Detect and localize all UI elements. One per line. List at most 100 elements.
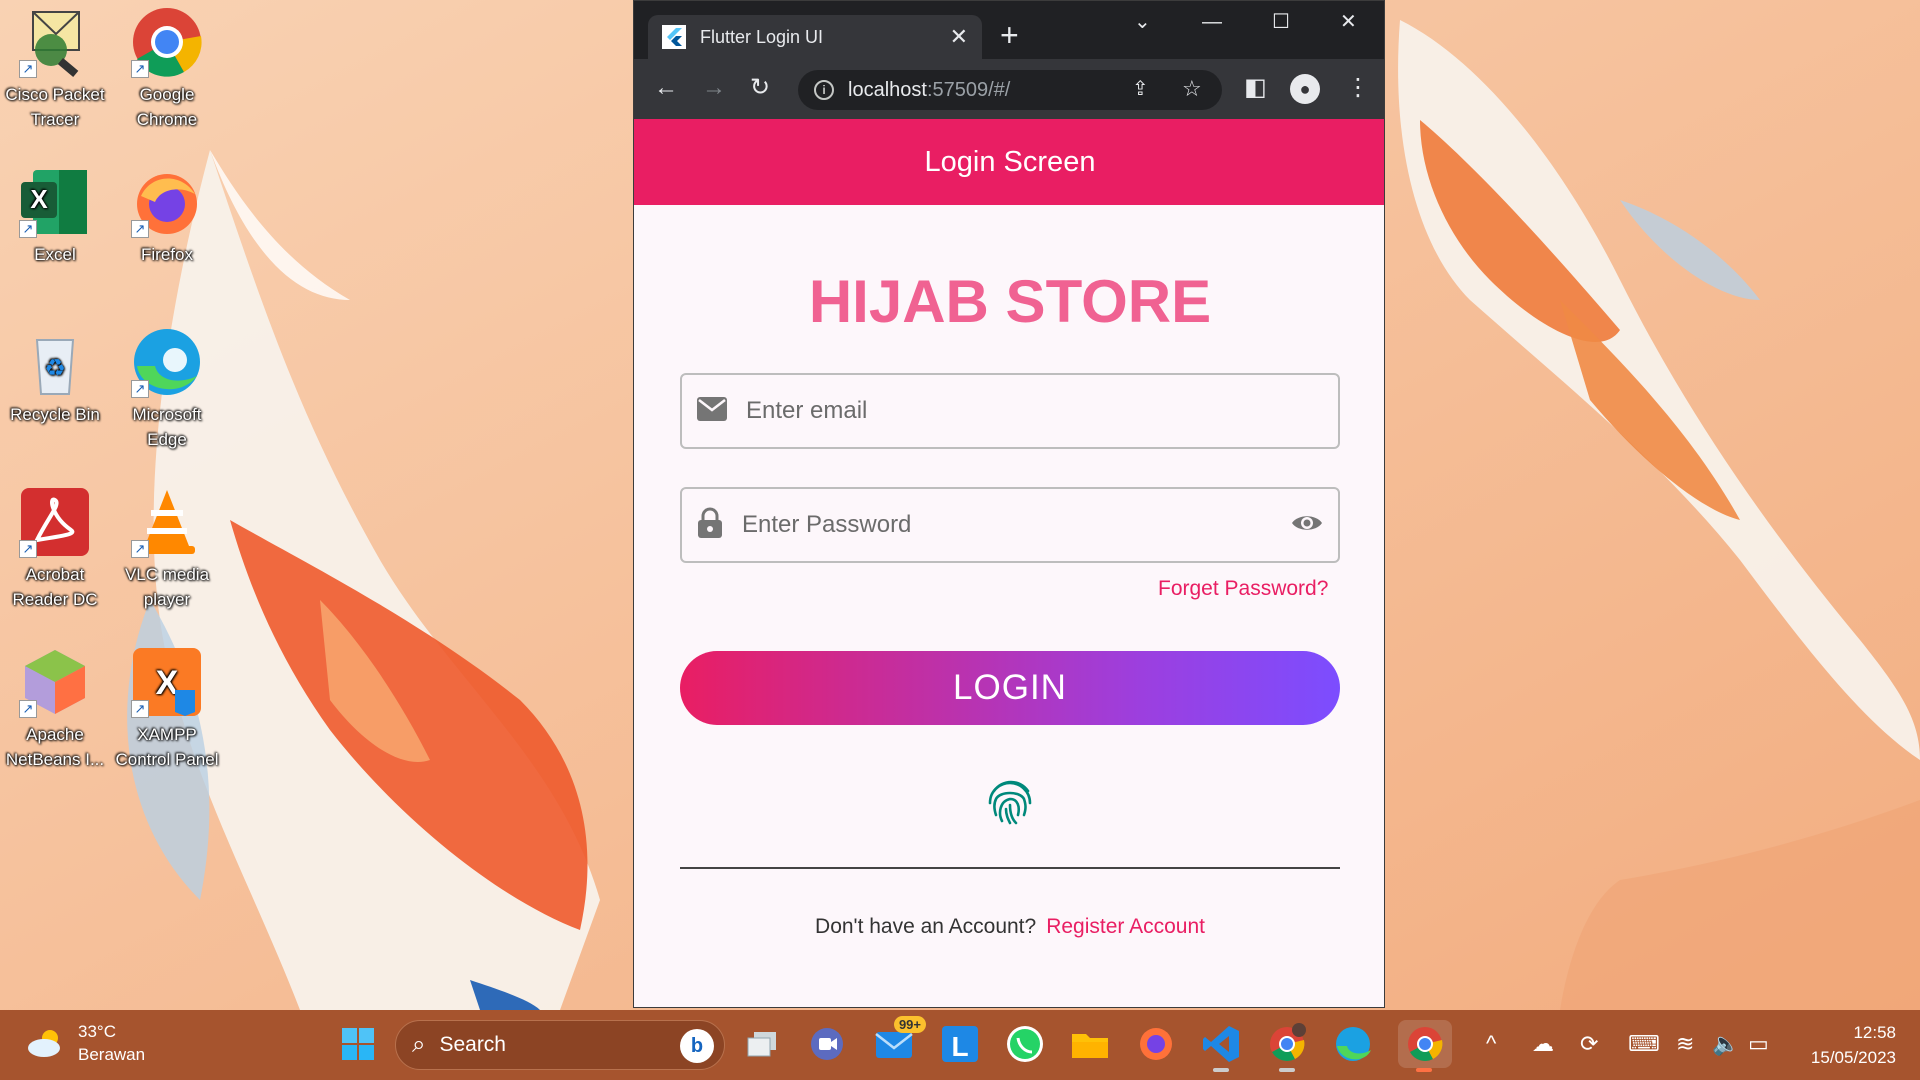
weather-temp: 33°C: [78, 1022, 116, 1041]
running-indicator: [1213, 1068, 1229, 1072]
email-field[interactable]: [680, 373, 1340, 449]
start-button[interactable]: [336, 1022, 380, 1066]
site-info-icon[interactable]: i: [814, 80, 834, 100]
eye-visibility-icon[interactable]: [1290, 512, 1324, 539]
password-field[interactable]: [680, 487, 1340, 563]
chrome-icon: ↗: [131, 6, 203, 78]
profile-icon[interactable]: ●: [1290, 74, 1320, 104]
forward-icon[interactable]: →: [702, 73, 726, 103]
desktop-icon-label: Cisco Packet Tracer: [5, 85, 105, 129]
desktop-icon-label: Firefox: [141, 245, 193, 264]
store-title: HIJAB STORE: [808, 268, 1212, 335]
desktop-icon-netbeans[interactable]: ↗ Apache NetBeans I...: [0, 646, 110, 772]
clock[interactable]: 12:58 15/05/2023: [1811, 1020, 1896, 1070]
file-explorer-icon[interactable]: [1068, 1022, 1112, 1066]
maximize-icon[interactable]: ☐: [1272, 11, 1290, 33]
email-input[interactable]: [746, 397, 1338, 425]
desktop-icon-cisco-packet-tracer[interactable]: ↗ Cisco Packet Tracer: [0, 6, 110, 132]
chrome-taskbar-icon[interactable]: [1398, 1020, 1452, 1072]
whatsapp-icon[interactable]: [1003, 1022, 1047, 1066]
chrome-profile-taskbar-icon[interactable]: [1265, 1022, 1309, 1072]
svg-text:X: X: [30, 184, 48, 214]
taskbar-search[interactable]: ⌕ Search b: [395, 1020, 725, 1070]
desktop-icon-google-chrome[interactable]: ↗ Google Chrome: [112, 6, 222, 132]
recycle-bin-icon: ♻: [19, 326, 91, 398]
desktop-icon-label: Apache NetBeans I...: [5, 725, 105, 769]
keyboard-icon[interactable]: ⌨: [1628, 1030, 1660, 1058]
browser-toolbar: ← → ↻ i localhost:57509/#/ ⇪ ☆ ◧ ● ⋮: [634, 59, 1384, 119]
cisco-packet-tracer-icon: ↗: [19, 6, 91, 78]
clock-date: 15/05/2023: [1810, 1048, 1896, 1067]
back-icon[interactable]: ←: [654, 73, 678, 103]
bing-icon[interactable]: b: [680, 1029, 714, 1063]
tab-close-icon[interactable]: ✕: [950, 24, 968, 50]
desktop-icon-label: Recycle Bin: [10, 405, 100, 424]
forget-password-link[interactable]: Forget Password?: [1158, 577, 1328, 601]
app-bar-title: Login Screen: [924, 145, 1096, 178]
edge-taskbar-icon[interactable]: [1331, 1022, 1375, 1066]
desktop-icon-recycle-bin[interactable]: ♻ Recycle Bin: [0, 326, 110, 427]
search-icon: ⌕: [412, 1031, 426, 1058]
acrobat-icon: ↗: [19, 486, 91, 558]
desktop-icon-firefox[interactable]: ↗ Firefox: [112, 166, 222, 267]
no-account-text: Don't have an Account?: [815, 915, 1037, 938]
register-row: Don't have an Account? Register Account: [634, 915, 1384, 939]
reload-icon[interactable]: ↻: [750, 73, 770, 103]
login-button[interactable]: LOGIN: [680, 651, 1340, 725]
bookmark-star-icon[interactable]: ☆: [1182, 74, 1202, 104]
address-bar[interactable]: i localhost:57509/#/ ⇪ ☆: [798, 70, 1222, 110]
l-app-icon[interactable]: L: [938, 1022, 982, 1066]
mail-badge: 99+: [893, 1016, 926, 1033]
close-window-icon[interactable]: ✕: [1340, 11, 1357, 33]
tab-strip: Flutter Login UI ✕ + ⌄ — ☐ ✕: [634, 1, 1384, 59]
task-view-icon[interactable]: [740, 1022, 784, 1066]
taskbar: 33°C Berawan ⌕ Search b 99+ L ^ ☁ ⟳ ⌨ ≋ …: [0, 1010, 1920, 1080]
onedrive-icon[interactable]: ☁: [1532, 1030, 1554, 1058]
vlc-icon: ↗: [131, 486, 203, 558]
clock-time: 12:58: [1853, 1023, 1896, 1042]
desktop-icon-acrobat[interactable]: ↗ Acrobat Reader DC: [0, 486, 110, 612]
side-panel-icon[interactable]: ◧: [1244, 73, 1267, 103]
desktop-icon-label: XAMPP Control Panel: [115, 725, 219, 769]
mail-app-icon[interactable]: 99+: [872, 1016, 926, 1066]
firefox-taskbar-icon[interactable]: [1134, 1022, 1178, 1066]
running-indicator: [1279, 1068, 1295, 1072]
netbeans-icon: ↗: [19, 646, 91, 718]
wifi-icon[interactable]: ≋: [1676, 1030, 1694, 1058]
chrome-window: Flutter Login UI ✕ + ⌄ — ☐ ✕ ← → ↻ i loc…: [633, 0, 1385, 1008]
desktop-icon-vlc[interactable]: ↗ VLC media player: [112, 486, 222, 612]
password-input[interactable]: [742, 511, 1290, 539]
desktop-icon-label: VLC media player: [124, 565, 210, 609]
fingerprint-icon[interactable]: [984, 775, 1036, 827]
desktop-icon-microsoft-edge[interactable]: ↗ Microsoft Edge: [112, 326, 222, 452]
edge-icon: ↗: [131, 326, 203, 398]
tab-search-chevron-icon[interactable]: ⌄: [1134, 11, 1151, 33]
desktop-icon-label: Excel: [34, 245, 76, 264]
xampp-icon: X ↗: [131, 646, 203, 718]
show-hidden-icons-chevron[interactable]: ^: [1486, 1030, 1496, 1058]
desktop-icon-label: Acrobat Reader DC: [12, 565, 98, 609]
desktop-icon-excel[interactable]: X ↗ Excel: [0, 166, 110, 267]
volume-icon[interactable]: 🔈: [1712, 1030, 1739, 1058]
weather-widget[interactable]: 33°C Berawan: [26, 1020, 145, 1066]
teams-meet-icon[interactable]: [805, 1022, 849, 1066]
active-indicator: [1416, 1068, 1432, 1072]
lock-icon: [696, 507, 724, 544]
excel-icon: X ↗: [19, 166, 91, 238]
flutter-app: Login Screen HIJAB STORE Forget Password…: [634, 119, 1384, 1007]
mail-icon: [696, 396, 728, 427]
sync-icon[interactable]: ⟳: [1580, 1030, 1598, 1058]
new-tab-icon[interactable]: +: [1000, 19, 1019, 51]
share-icon[interactable]: ⇪: [1132, 74, 1149, 104]
tab-flutter-login-ui[interactable]: Flutter Login UI ✕: [648, 15, 982, 59]
minimize-icon[interactable]: —: [1202, 11, 1222, 33]
register-account-link[interactable]: Register Account: [1046, 915, 1205, 938]
desktop-icon-xampp[interactable]: X ↗ XAMPP Control Panel: [112, 646, 222, 772]
divider: [680, 867, 1340, 869]
cloud-sun-icon: [26, 1028, 66, 1058]
battery-icon[interactable]: ▭: [1748, 1030, 1769, 1058]
tab-title: Flutter Login UI: [700, 26, 824, 47]
svg-text:♻: ♻: [44, 354, 66, 382]
menu-kebab-icon[interactable]: ⋮: [1346, 73, 1370, 103]
vscode-icon[interactable]: [1199, 1022, 1243, 1072]
